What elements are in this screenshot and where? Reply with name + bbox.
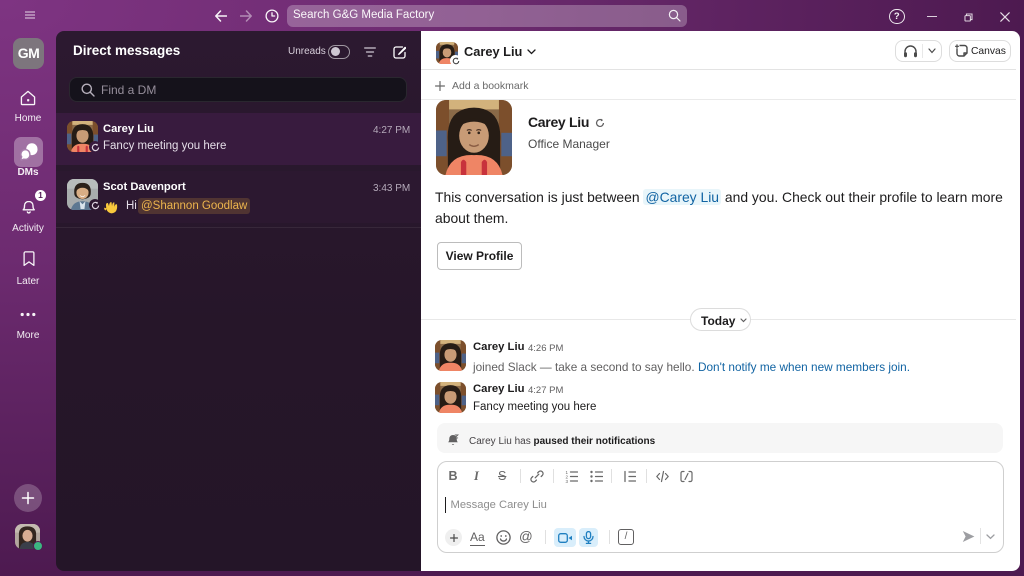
svg-text:3: 3	[566, 479, 569, 483]
